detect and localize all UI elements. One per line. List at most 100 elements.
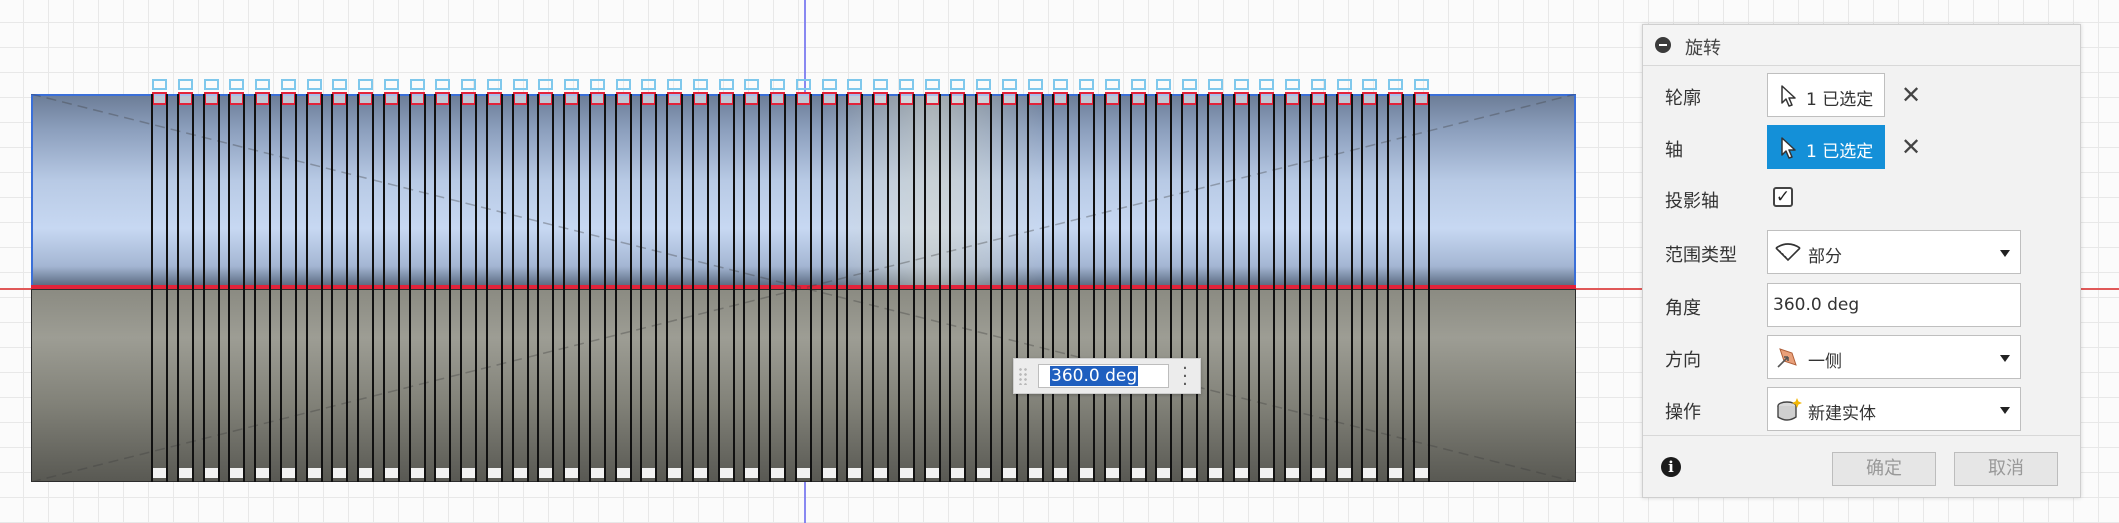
slot-sketch-outline[interactable] bbox=[358, 79, 373, 90]
slot-sketch-outline[interactable] bbox=[538, 79, 553, 90]
slot-selected-profile[interactable] bbox=[255, 92, 270, 105]
slot-sketch-outline[interactable] bbox=[1028, 79, 1043, 90]
slot-selected-profile[interactable] bbox=[1388, 92, 1403, 105]
slot-sketch-outline[interactable] bbox=[1105, 79, 1120, 90]
axis-select-button[interactable]: 1 已选定 bbox=[1767, 125, 1885, 169]
profile-select-button[interactable]: 1 已选定 bbox=[1767, 73, 1885, 117]
slot-selected-profile[interactable] bbox=[1002, 92, 1017, 105]
slot-selected-profile[interactable] bbox=[204, 92, 219, 105]
slot-selected-profile[interactable] bbox=[796, 92, 811, 105]
slot-selected-profile[interactable] bbox=[1131, 92, 1146, 105]
slot-selected-profile[interactable] bbox=[229, 92, 244, 105]
slot-sketch-outline[interactable] bbox=[1182, 79, 1197, 90]
slot-sketch-outline[interactable] bbox=[332, 79, 347, 90]
slot-selected-profile[interactable] bbox=[435, 92, 450, 105]
slot-selected-profile[interactable] bbox=[1105, 92, 1120, 105]
slot-sketch-outline[interactable] bbox=[950, 79, 965, 90]
clear-profile-icon[interactable]: ✕ bbox=[1901, 83, 1921, 107]
slot-selected-profile[interactable] bbox=[693, 92, 708, 105]
slot-sketch-outline[interactable] bbox=[1285, 79, 1300, 90]
slot-selected-profile[interactable] bbox=[1182, 92, 1197, 105]
slot-selected-profile[interactable] bbox=[1234, 92, 1249, 105]
ok-button[interactable]: 确定 bbox=[1832, 452, 1936, 486]
slot-sketch-outline[interactable] bbox=[307, 79, 322, 90]
slot-selected-profile[interactable] bbox=[307, 92, 322, 105]
angle-manipulator-input[interactable]: 360.0 deg · · · bbox=[1013, 358, 1201, 394]
slot-sketch-outline[interactable] bbox=[873, 79, 888, 90]
more-options-icon[interactable]: · · · bbox=[1182, 360, 1188, 394]
project-axis-checkbox[interactable]: ✓ bbox=[1773, 187, 1793, 207]
drag-grip-icon[interactable] bbox=[1018, 367, 1028, 385]
slot-sketch-outline[interactable] bbox=[229, 79, 244, 90]
slot-selected-profile[interactable] bbox=[873, 92, 888, 105]
direction-dropdown[interactable]: 一侧 bbox=[1767, 335, 2021, 379]
slot-selected-profile[interactable] bbox=[1414, 92, 1429, 105]
slot-selected-profile[interactable] bbox=[1259, 92, 1274, 105]
slot-sketch-outline[interactable] bbox=[1259, 79, 1274, 90]
slot-selected-profile[interactable] bbox=[847, 92, 862, 105]
slot-selected-profile[interactable] bbox=[719, 92, 734, 105]
slot-sketch-outline[interactable] bbox=[899, 79, 914, 90]
slot-sketch-outline[interactable] bbox=[255, 79, 270, 90]
slot-sketch-outline[interactable] bbox=[1156, 79, 1171, 90]
slot-sketch-outline[interactable] bbox=[1414, 79, 1429, 90]
slot-sketch-outline[interactable] bbox=[384, 79, 399, 90]
slot-sketch-outline[interactable] bbox=[1131, 79, 1146, 90]
slot-sketch-outline[interactable] bbox=[1208, 79, 1223, 90]
slot-sketch-outline[interactable] bbox=[435, 79, 450, 90]
slot-selected-profile[interactable] bbox=[1337, 92, 1352, 105]
slot-selected-profile[interactable] bbox=[564, 92, 579, 105]
slot-sketch-outline[interactable] bbox=[616, 79, 631, 90]
slot-selected-profile[interactable] bbox=[770, 92, 785, 105]
slot-selected-profile[interactable] bbox=[487, 92, 502, 105]
slot-sketch-outline[interactable] bbox=[1311, 79, 1326, 90]
slot-selected-profile[interactable] bbox=[152, 92, 167, 105]
slot-selected-profile[interactable] bbox=[538, 92, 553, 105]
slot-sketch-outline[interactable] bbox=[719, 79, 734, 90]
slot-sketch-outline[interactable] bbox=[204, 79, 219, 90]
clear-axis-icon[interactable]: ✕ bbox=[1901, 135, 1921, 159]
slot-sketch-outline[interactable] bbox=[667, 79, 682, 90]
slot-sketch-outline[interactable] bbox=[513, 79, 528, 90]
slot-sketch-outline[interactable] bbox=[590, 79, 605, 90]
slot-sketch-outline[interactable] bbox=[1337, 79, 1352, 90]
collapse-icon[interactable] bbox=[1655, 37, 1671, 53]
slot-sketch-outline[interactable] bbox=[1388, 79, 1403, 90]
slot-selected-profile[interactable] bbox=[1285, 92, 1300, 105]
slot-selected-profile[interactable] bbox=[461, 92, 476, 105]
angle-input-field[interactable]: 360.0 deg bbox=[1767, 283, 2021, 327]
slot-selected-profile[interactable] bbox=[513, 92, 528, 105]
slot-selected-profile[interactable] bbox=[822, 92, 837, 105]
slot-selected-profile[interactable] bbox=[744, 92, 759, 105]
slot-sketch-outline[interactable] bbox=[976, 79, 991, 90]
slot-sketch-outline[interactable] bbox=[693, 79, 708, 90]
slot-sketch-outline[interactable] bbox=[847, 79, 862, 90]
slot-selected-profile[interactable] bbox=[1311, 92, 1326, 105]
slot-selected-profile[interactable] bbox=[950, 92, 965, 105]
slot-sketch-outline[interactable] bbox=[564, 79, 579, 90]
slot-sketch-outline[interactable] bbox=[1079, 79, 1094, 90]
slot-selected-profile[interactable] bbox=[281, 92, 296, 105]
slot-sketch-outline[interactable] bbox=[822, 79, 837, 90]
cancel-button[interactable]: 取消 bbox=[1954, 452, 2058, 486]
slot-sketch-outline[interactable] bbox=[152, 79, 167, 90]
slot-selected-profile[interactable] bbox=[1079, 92, 1094, 105]
slot-sketch-outline[interactable] bbox=[744, 79, 759, 90]
slot-sketch-outline[interactable] bbox=[281, 79, 296, 90]
extent-type-dropdown[interactable]: 部分 bbox=[1767, 230, 2021, 274]
slot-selected-profile[interactable] bbox=[590, 92, 605, 105]
slot-sketch-outline[interactable] bbox=[641, 79, 656, 90]
slot-sketch-outline[interactable] bbox=[178, 79, 193, 90]
slot-sketch-outline[interactable] bbox=[770, 79, 785, 90]
slot-selected-profile[interactable] bbox=[358, 92, 373, 105]
slot-selected-profile[interactable] bbox=[178, 92, 193, 105]
angle-value-field[interactable]: 360.0 deg bbox=[1038, 364, 1169, 388]
slot-sketch-outline[interactable] bbox=[487, 79, 502, 90]
slot-sketch-outline[interactable] bbox=[796, 79, 811, 90]
slot-selected-profile[interactable] bbox=[1028, 92, 1043, 105]
revolve-preview-body[interactable] bbox=[31, 79, 1576, 482]
slot-sketch-outline[interactable] bbox=[1234, 79, 1249, 90]
slot-sketch-outline[interactable] bbox=[1362, 79, 1377, 90]
operation-dropdown[interactable]: 新建实体 bbox=[1767, 387, 2021, 431]
slot-selected-profile[interactable] bbox=[332, 92, 347, 105]
